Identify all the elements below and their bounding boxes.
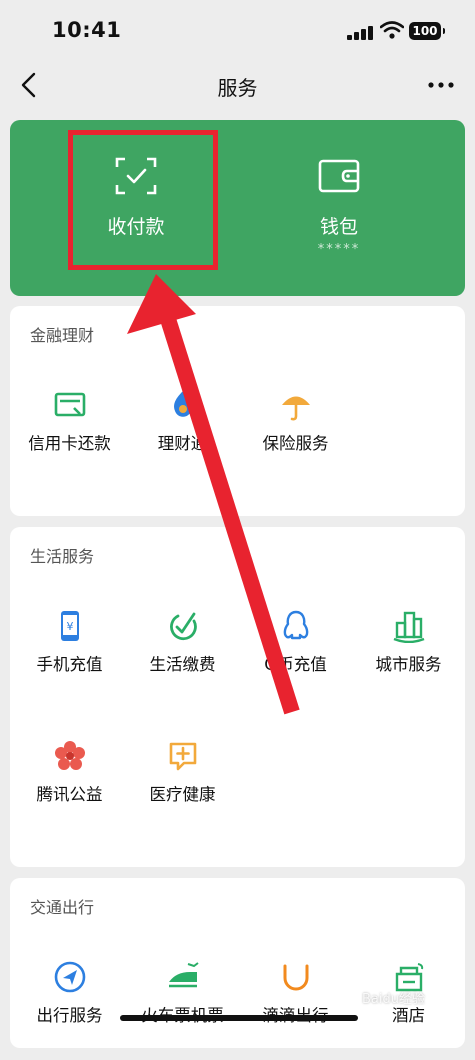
tile-mobile-topup[interactable]: ¥ 手机充值	[13, 609, 126, 709]
penguin-icon	[283, 610, 309, 640]
umbrella-icon	[282, 396, 310, 421]
nav-bar: 服务	[0, 60, 475, 110]
checkmark-leaf-icon	[170, 612, 197, 641]
tile-label: 生活缴费	[149, 655, 216, 674]
tile-label: 理财通	[157, 434, 208, 453]
tile-label: 保险服务	[262, 434, 329, 453]
wealth-icon	[174, 391, 192, 417]
wallet-label: 钱包	[319, 216, 358, 238]
tile-didi[interactable]: 滴滴出行	[239, 960, 352, 1060]
wifi-icon	[380, 21, 404, 39]
finance-section: 金融理财 信用卡还款 理财通 保险服务	[10, 306, 465, 516]
tile-travel-services[interactable]: 出行服务	[13, 960, 126, 1060]
tile-city-services[interactable]: 城市服务	[352, 609, 465, 709]
medical-plus-icon	[169, 742, 197, 771]
wallet-icon	[318, 159, 360, 193]
more-options-icon[interactable]	[426, 73, 456, 97]
tile-label: 手机充值	[36, 655, 103, 674]
svg-text:¥: ¥	[67, 620, 74, 633]
tile-label: 滴滴出行	[239, 1002, 352, 1026]
watermark: Baidu经验	[362, 992, 425, 1007]
home-indicator	[120, 1015, 358, 1021]
wallet-button[interactable]: 钱包 *****	[226, 120, 452, 296]
tile-label: 出行服务	[36, 1006, 103, 1025]
navigation-icon	[54, 961, 86, 993]
section-title-finance: 金融理财	[30, 326, 95, 345]
status-time: 10:41	[52, 18, 122, 42]
tile-charity[interactable]: 腾讯公益	[13, 739, 126, 839]
tile-label: Q币充值	[264, 655, 327, 674]
travel-section: 交通出行 出行服务 火车票机票 滴滴出行 酒店	[10, 878, 465, 1048]
tile-label: 腾讯公益	[36, 785, 103, 804]
tile-credit-card-repay[interactable]: 信用卡还款	[13, 388, 126, 488]
tile-hotel[interactable]: 酒店	[352, 960, 465, 1060]
page-title: 服务	[217, 76, 258, 100]
tile-label: 城市服务	[375, 655, 442, 674]
tile-insurance[interactable]: 保险服务	[239, 388, 352, 488]
phone-yuan-icon: ¥	[61, 611, 79, 641]
credit-card-icon	[54, 392, 86, 417]
battery-icon: 100	[409, 22, 445, 40]
city-buildings-icon	[393, 611, 425, 643]
flower-icon	[55, 741, 85, 770]
tile-label: 火车票机票	[126, 1002, 239, 1026]
didi-icon	[283, 964, 309, 991]
tile-wealth[interactable]: 理财通	[126, 388, 239, 488]
tile-label: 医疗健康	[149, 785, 216, 804]
tile-utility-bills[interactable]: 生活缴费	[126, 609, 239, 709]
section-title-travel: 交通出行	[30, 898, 95, 917]
tile-train-flight[interactable]: 火车票机票	[126, 960, 239, 1060]
annotation-highlight-box	[68, 130, 218, 270]
train-plane-icon	[169, 962, 199, 988]
tile-label: 信用卡还款	[28, 434, 111, 453]
tile-qcoin-topup[interactable]: Q币充值	[239, 609, 352, 709]
signal-icon	[347, 26, 375, 40]
section-title-life: 生活服务	[30, 547, 95, 566]
life-services-section: 生活服务 ¥ 手机充值 生活缴费 Q币充值 城市服务 腾讯公益 医疗健康	[10, 527, 465, 867]
status-bar: 10:41 100	[0, 0, 475, 60]
tile-medical-health[interactable]: 医疗健康	[126, 739, 239, 839]
wallet-balance: *****	[317, 242, 361, 257]
